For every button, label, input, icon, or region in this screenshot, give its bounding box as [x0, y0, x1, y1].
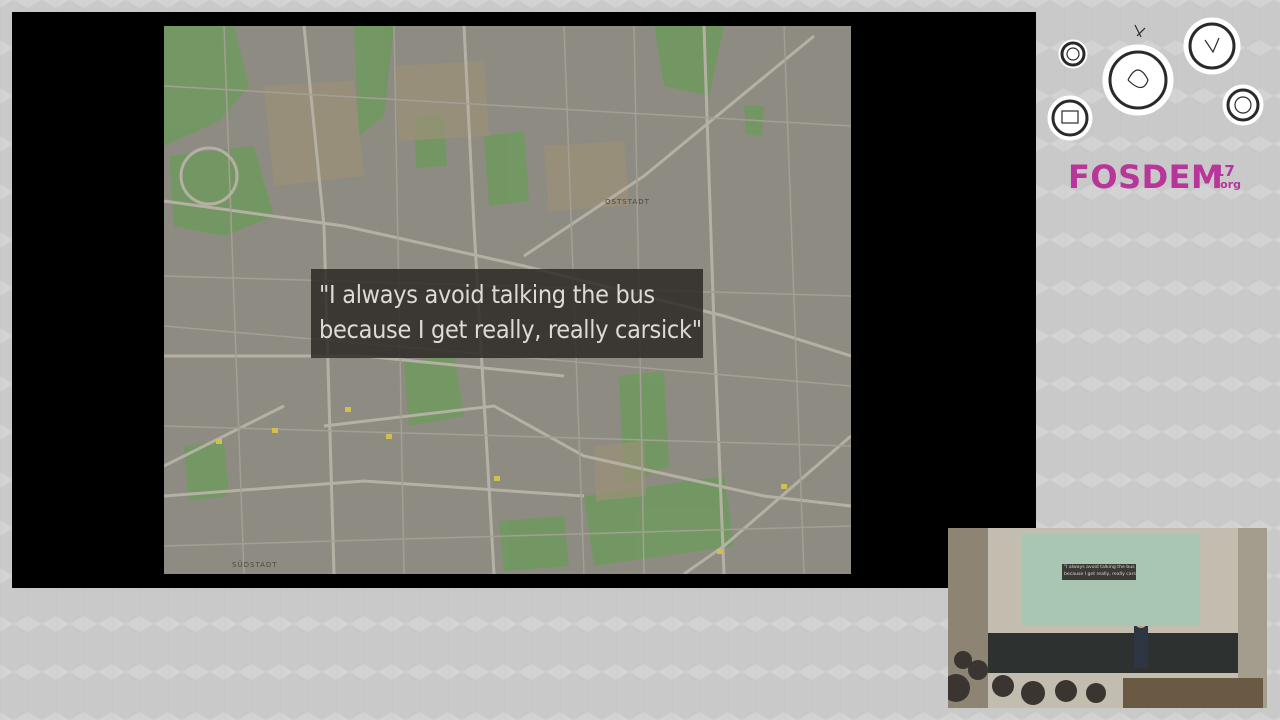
speaker-camera-feed: "I always avoid talking the bus because … — [948, 528, 1267, 708]
slide-caption-line-2: because I get really, really carsick" — [319, 315, 702, 344]
slide-area: OSTSTADT SÜDSTADT "I always avoid talkin… — [12, 12, 1036, 588]
projector-caption-line-1: "I always avoid talking the bus — [1064, 565, 1135, 570]
map-label-oststadt: OSTSTADT — [605, 198, 650, 206]
slide-caption: "I always avoid talking the bus because … — [311, 269, 703, 358]
fosdem-logo: FOSDEM 17 .org — [1040, 10, 1272, 210]
gear-icon — [1047, 17, 1264, 141]
map-label-suedstadt: SÜDSTADT — [232, 561, 278, 569]
projector-caption: "I always avoid talking the bus because … — [1062, 564, 1136, 580]
map-image: OSTSTADT SÜDSTADT "I always avoid talkin… — [164, 26, 851, 574]
fosdem-wordmark: FOSDEM — [1068, 158, 1224, 196]
fosdem-tld: .org — [1216, 178, 1242, 191]
projector-caption-line-2: because I get really, really carsick" — [1064, 571, 1136, 577]
slide-caption-line-1: "I always avoid talking the bus — [319, 280, 655, 309]
projector-screen: "I always avoid talking the bus because … — [1022, 534, 1200, 626]
